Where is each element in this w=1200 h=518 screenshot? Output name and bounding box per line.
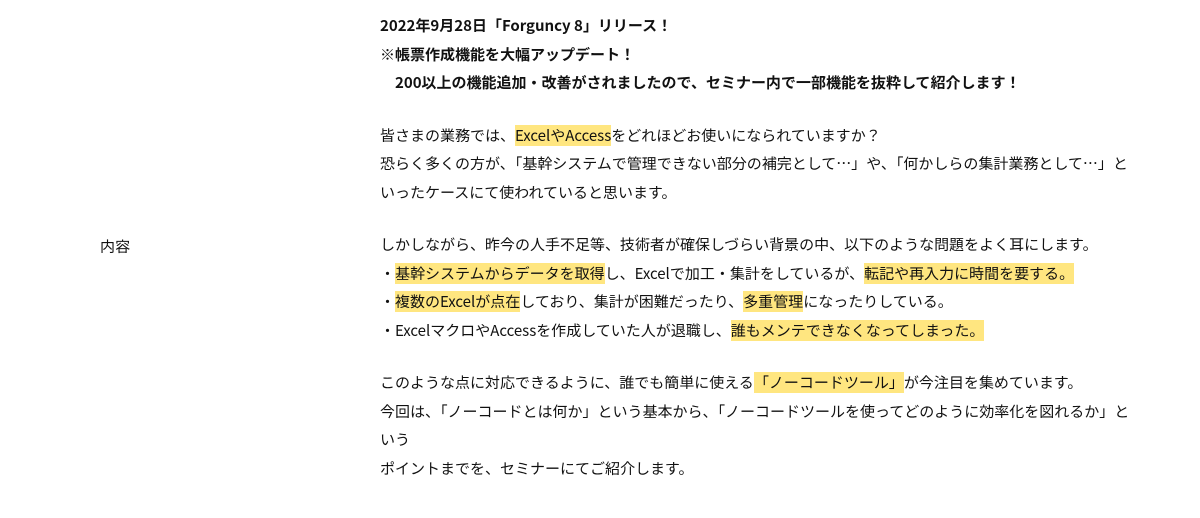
q-pre: 皆さまの業務では、 <box>380 125 515 146</box>
row-label-cell: 内容 <box>20 233 380 262</box>
b3-pre: ・ExcelマクロやAccessを作成していた人が退職し、 <box>380 320 731 341</box>
page: 内容 2022年9月28日「Forguncy 8」リリース！ ※帳票作成機能を大… <box>0 0 1200 495</box>
q-highlight: ExcelやAccess <box>515 125 611 146</box>
bullet-1: ・基幹システムからデータを取得し、Excelで加工・集計をしているが、転記や再入… <box>380 260 1140 289</box>
b1-hl2: 転記や再入力に時間を要する。 <box>864 263 1074 284</box>
intro-block: 2022年9月28日「Forguncy 8」リリース！ ※帳票作成機能を大幅アッ… <box>380 12 1140 98</box>
q-line2: 恐らく多くの方が、「基幹システムで管理できない部分の補完として…」や、「何かしら… <box>380 153 1128 203</box>
b2-pre: ・ <box>380 291 395 312</box>
intro-line-1: 2022年9月28日「Forguncy 8」リリース！ <box>380 15 672 36</box>
close-l1hl: 「ノーコードツール」 <box>754 372 904 393</box>
b2-mid1: しており、集計が困難だったり、 <box>520 291 743 312</box>
close-l1b: が今注目を集めています。 <box>904 372 1083 393</box>
b1-hl1: 基幹システムからデータを取得 <box>395 263 605 284</box>
b2-hl2: 多重管理 <box>743 291 803 312</box>
close-l3: ポイントまでを、セミナーにてご紹介します。 <box>380 458 694 479</box>
bullet-3: ・ExcelマクロやAccessを作成していた人が退職し、誰もメンテできなくなっ… <box>380 317 1140 346</box>
intro-line-2: ※帳票作成機能を大幅アップデート！ <box>380 44 635 65</box>
bullet-2: ・複数のExcelが点在しており、集計が困難だったり、多重管理になったりしている… <box>380 288 1140 317</box>
problems-lead: しかしながら、昨今の人手不足等、技術者が確保しづらい背景の中、以下のような問題を… <box>380 231 1140 260</box>
q-post: をどれほどお使いになられていますか？ <box>611 125 881 146</box>
intro-line-3: 200以上の機能追加・改善がされましたので、セミナー内で一部機能を抜粋して紹介し… <box>380 72 1021 93</box>
close-l1a: このような点に対応できるように、誰でも簡単に使える <box>380 372 754 393</box>
question-block: 皆さまの業務では、ExcelやAccessをどれほどお使いになられていますか？ … <box>380 122 1140 208</box>
row-body-cell: 2022年9月28日「Forguncy 8」リリース！ ※帳票作成機能を大幅アッ… <box>380 12 1180 483</box>
b1-pre: ・ <box>380 263 395 284</box>
b1-mid: し、Excelで加工・集計をしているが、 <box>605 263 865 284</box>
b2-mid2: になったりしている。 <box>803 291 953 312</box>
row-label: 内容 <box>100 236 130 257</box>
close-l2: 今回は、「ノーコードとは何か」という基本から、「ノーコードツールを使ってどのよう… <box>380 401 1129 451</box>
closing-block: このような点に対応できるように、誰でも簡単に使える「ノーコードツール」が今注目を… <box>380 369 1140 483</box>
b3-hl: 誰もメンテできなくなってしまった。 <box>731 320 985 341</box>
content-row: 内容 2022年9月28日「Forguncy 8」リリース！ ※帳票作成機能を大… <box>20 12 1180 483</box>
b2-hl1: 複数のExcelが点在 <box>395 291 520 312</box>
problems-block: しかしながら、昨今の人手不足等、技術者が確保しづらい背景の中、以下のような問題を… <box>380 231 1140 345</box>
